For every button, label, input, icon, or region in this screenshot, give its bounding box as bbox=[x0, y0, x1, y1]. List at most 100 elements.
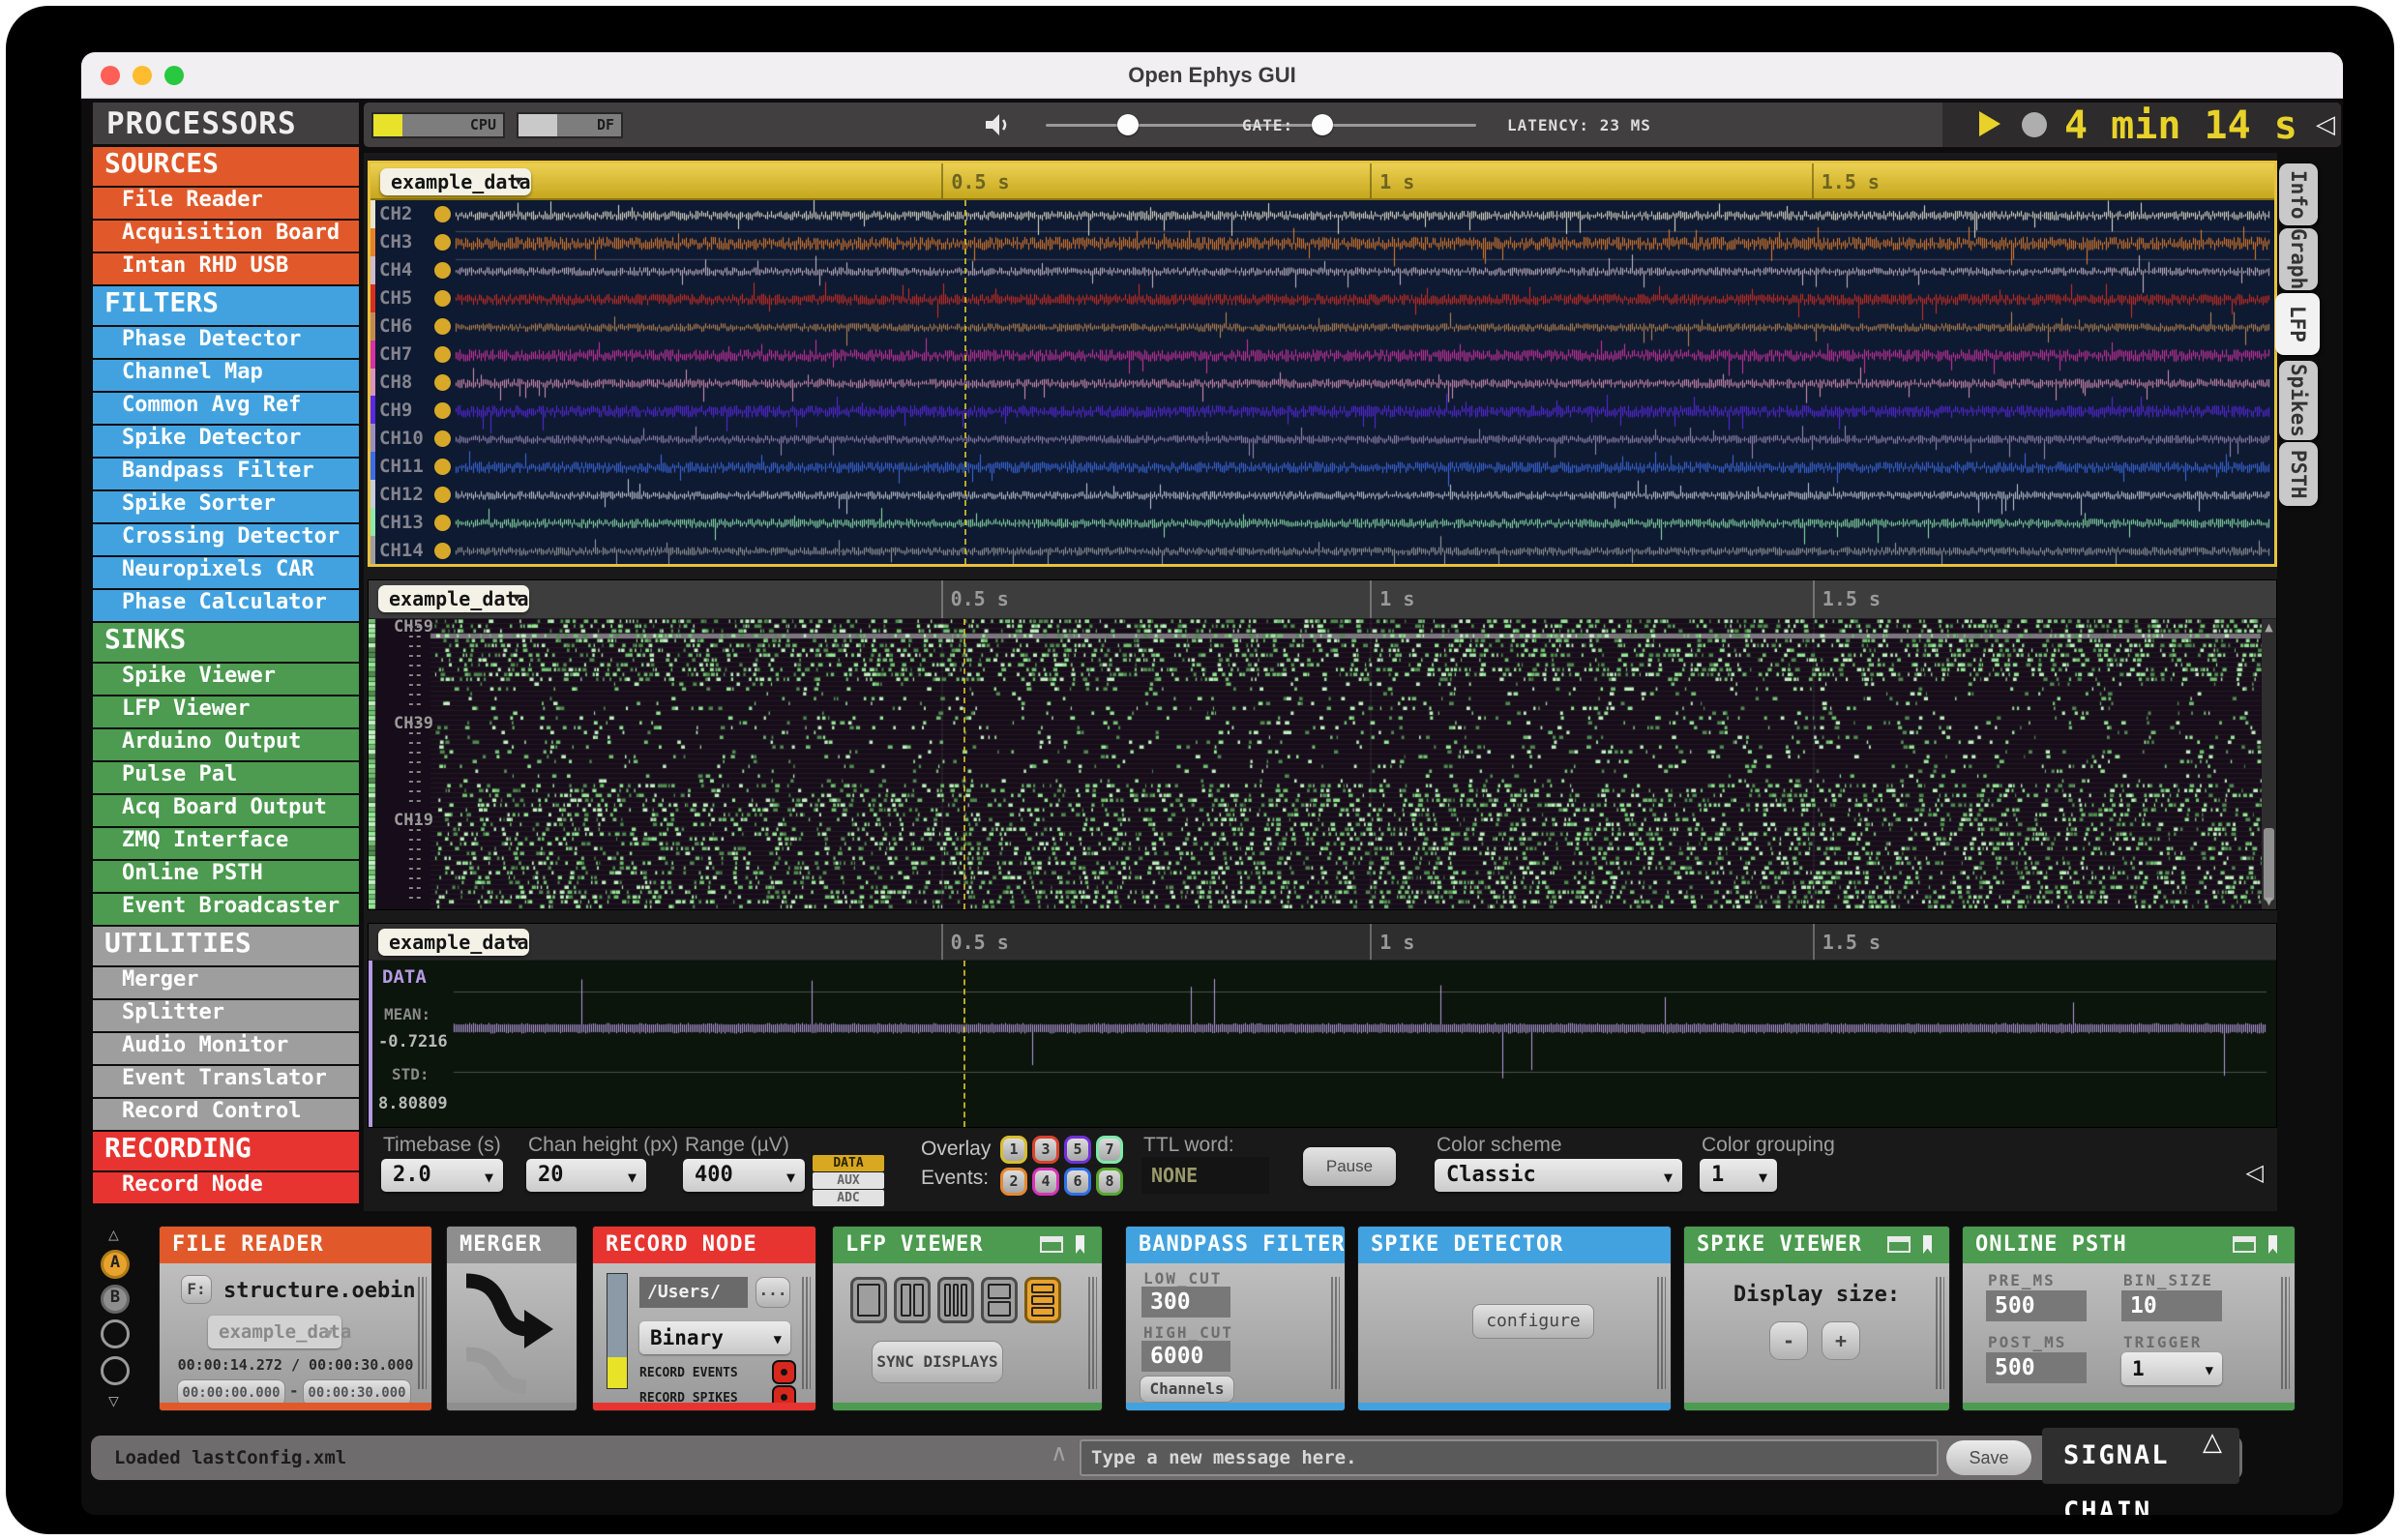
display-size-increase-button[interactable]: + bbox=[1822, 1321, 1860, 1360]
high-cut-field[interactable]: 6000 bbox=[1141, 1341, 1230, 1372]
processor-spike-viewer[interactable]: SPIKE VIEWER Display size: - + bbox=[1684, 1227, 1949, 1410]
processor-item-neuropixels-car[interactable]: Neuropixels CAR bbox=[93, 557, 359, 590]
save-message-button[interactable]: Save bbox=[1946, 1440, 2031, 1475]
processor-record-node[interactable]: RECORD NODE /Users/ ... Binary ▼ RECORD E… bbox=[593, 1227, 815, 1410]
section-utilities[interactable]: UTILITIES bbox=[93, 927, 359, 967]
signal-chain-slot-b[interactable]: B bbox=[101, 1285, 130, 1314]
chain-scroll-up-icon[interactable]: △ bbox=[108, 1225, 119, 1245]
message-input[interactable] bbox=[1080, 1439, 1939, 1476]
overlay-event-button-1[interactable]: 1 bbox=[1000, 1136, 1027, 1164]
overlay-event-button-4[interactable]: 4 bbox=[1032, 1168, 1059, 1196]
drag-handle[interactable] bbox=[2281, 1277, 2290, 1389]
section-sources[interactable]: SOURCES bbox=[93, 147, 359, 188]
overlay-event-button-8[interactable]: 8 bbox=[1096, 1168, 1123, 1196]
open-window-icon[interactable] bbox=[2233, 1236, 2256, 1253]
section-filters[interactable]: FILTERS bbox=[93, 286, 359, 327]
channel-enable-circle[interactable] bbox=[434, 346, 451, 364]
channel-label-ch11[interactable]: CH11 bbox=[379, 456, 424, 477]
raster-scrollbar-thumb[interactable] bbox=[2264, 828, 2274, 901]
chain-scroll-down-icon[interactable]: ▽ bbox=[108, 1391, 119, 1411]
record-format-dropdown[interactable]: Binary ▼ bbox=[639, 1321, 790, 1354]
processor-item-spike-viewer[interactable]: Spike Viewer bbox=[93, 664, 359, 696]
chevron-up-icon[interactable]: ∧ bbox=[1051, 1439, 1068, 1466]
processor-item-online-psth[interactable]: Online PSTH bbox=[93, 861, 359, 894]
signal-chain-slot-empty-1[interactable] bbox=[101, 1319, 130, 1348]
overlay-event-button-6[interactable]: 6 bbox=[1064, 1168, 1091, 1196]
drag-handle[interactable] bbox=[1936, 1277, 1944, 1389]
collapse-options-button[interactable]: ◁ bbox=[2246, 1159, 2264, 1186]
channel-label-ch4[interactable]: CH4 bbox=[379, 259, 412, 281]
channel-label-ch3[interactable]: CH3 bbox=[379, 231, 412, 252]
lfp-display-body[interactable]: CH2 CH3 CH4 CH5 CH6 CH7 CH8 CH9 CH10 CH11 CH12 CH13… bbox=[370, 200, 2274, 564]
lfp-source-dropdown[interactable]: example_data ▼ bbox=[380, 168, 531, 195]
processor-item-common-avg-ref[interactable]: Common Avg Ref bbox=[93, 393, 359, 426]
processor-item-arduino-output[interactable]: Arduino Output bbox=[93, 729, 359, 762]
record-events-toggle[interactable] bbox=[772, 1360, 796, 1384]
channel-label-ch8[interactable]: CH8 bbox=[379, 371, 412, 393]
pre-ms-field[interactable]: 500 bbox=[1986, 1290, 2087, 1321]
post-ms-field[interactable]: 500 bbox=[1986, 1352, 2087, 1383]
channel-enable-circle[interactable] bbox=[434, 374, 451, 391]
overlay-event-button-2[interactable]: 2 bbox=[1000, 1168, 1027, 1196]
color-grouping-dropdown[interactable]: 1 ▼ bbox=[1700, 1159, 1777, 1192]
drag-handle[interactable] bbox=[1657, 1277, 1666, 1389]
channel-enable-circle[interactable] bbox=[434, 514, 451, 531]
section-recording[interactable]: RECORDING bbox=[93, 1132, 359, 1172]
timebase-dropdown[interactable]: 2.0 ▼ bbox=[381, 1159, 503, 1192]
channel-label-ch5[interactable]: CH5 bbox=[379, 287, 412, 309]
tab-graph[interactable]: Graph bbox=[2279, 228, 2318, 290]
drag-handle[interactable] bbox=[1331, 1277, 1340, 1389]
channels-button[interactable]: Channels bbox=[1140, 1376, 1234, 1403]
browse-path-button[interactable]: ... bbox=[756, 1277, 790, 1308]
overlay-event-button-3[interactable]: 3 bbox=[1032, 1136, 1059, 1164]
processor-item-event-broadcaster[interactable]: Event Broadcaster bbox=[93, 894, 359, 927]
processor-item-file-reader[interactable]: File Reader bbox=[93, 188, 359, 221]
data-display-body[interactable]: DATA MEAN: -0.7216 STD: 8.80809 bbox=[369, 961, 2276, 1127]
processor-item-intan-rhd-usb[interactable]: Intan RHD USB bbox=[93, 253, 359, 286]
processor-item-pulse-pal[interactable]: Pulse Pal bbox=[93, 762, 359, 795]
processor-item-record-control[interactable]: Record Control bbox=[93, 1099, 359, 1132]
processor-online-psth[interactable]: ONLINE PSTH PRE_MS 500 BIN_SIZE 10 POST_… bbox=[1963, 1227, 2295, 1410]
channel-label-ch9[interactable]: CH9 bbox=[379, 400, 412, 421]
raster-scrollbar[interactable]: ▲ ▼ bbox=[2262, 619, 2276, 909]
scroll-down-icon[interactable]: ▼ bbox=[2262, 895, 2276, 907]
tab-psth[interactable]: PSTH bbox=[2279, 442, 2318, 506]
data-source-dropdown[interactable]: example_data ▼ bbox=[378, 929, 529, 956]
open-window-icon[interactable] bbox=[1040, 1236, 1063, 1253]
tab-lfp[interactable]: LFP bbox=[2275, 293, 2320, 355]
file-select-button[interactable]: F: bbox=[181, 1275, 212, 1304]
scroll-up-icon[interactable]: ▲ bbox=[2262, 621, 2276, 634]
data-trace-canvas[interactable] bbox=[369, 961, 2272, 1127]
raster-source-dropdown[interactable]: example_data ▼ bbox=[378, 585, 529, 612]
lfp-traces-canvas[interactable] bbox=[370, 200, 2274, 564]
range-dropdown[interactable]: 400 ▼ bbox=[683, 1159, 805, 1192]
sync-displays-button[interactable]: SYNC DISPLAYS bbox=[872, 1341, 1003, 1383]
drag-handle[interactable] bbox=[1088, 1277, 1097, 1389]
lfp-display-panel[interactable]: example_data ▼ 0.5 s1 s 1.5 s CH2 CH3 CH4 CH… bbox=[368, 161, 2277, 567]
record-path-field[interactable]: /Users/ bbox=[639, 1277, 748, 1308]
channel-label-ch10[interactable]: CH10 bbox=[379, 428, 424, 449]
open-window-icon[interactable] bbox=[1887, 1236, 1911, 1253]
record-button[interactable] bbox=[2022, 112, 2047, 137]
processor-item-phase-calculator[interactable]: Phase Calculator bbox=[93, 590, 359, 623]
processor-item-zmq-interface[interactable]: ZMQ Interface bbox=[93, 828, 359, 861]
section-sinks[interactable]: SINKS bbox=[93, 623, 359, 664]
layout-3-column-button[interactable] bbox=[937, 1277, 974, 1323]
processor-item-acquisition-board[interactable]: Acquisition Board bbox=[93, 221, 359, 253]
overlay-event-button-5[interactable]: 5 bbox=[1064, 1136, 1091, 1164]
signal-chain-slot-a[interactable]: A bbox=[101, 1250, 130, 1279]
processor-spike-detector[interactable]: SPIKE DETECTOR configure bbox=[1358, 1227, 1671, 1410]
processor-item-phase-detector[interactable]: Phase Detector bbox=[93, 327, 359, 360]
continuous-data-panel[interactable]: example_data ▼ 0.5 s 1 s 1.5 s DATA MEAN: … bbox=[368, 923, 2277, 1128]
overlay-event-button-7[interactable]: 7 bbox=[1096, 1136, 1123, 1164]
channel-label-ch2[interactable]: CH2 bbox=[379, 203, 412, 224]
spike-raster-panel[interactable]: example_data ▼ 0.5 s1 s 1.5 s CH59 CH39 CH1… bbox=[368, 579, 2277, 910]
gate-slider[interactable] bbox=[1300, 114, 1476, 135]
collapse-toolbar-button[interactable]: ◁ bbox=[2316, 110, 2335, 139]
raster-display-body[interactable]: CH59 CH39 CH19 -- -- -- -- -- -- -- -- -- -- -- -- -- --… bbox=[369, 617, 2276, 909]
signal-chain-slot-empty-2[interactable] bbox=[101, 1356, 130, 1385]
stream-button-aux[interactable]: AUX bbox=[813, 1172, 884, 1189]
channel-enable-circle[interactable] bbox=[434, 458, 451, 475]
raster-canvas[interactable] bbox=[369, 619, 2276, 909]
layout-1-column-button[interactable] bbox=[850, 1277, 887, 1323]
